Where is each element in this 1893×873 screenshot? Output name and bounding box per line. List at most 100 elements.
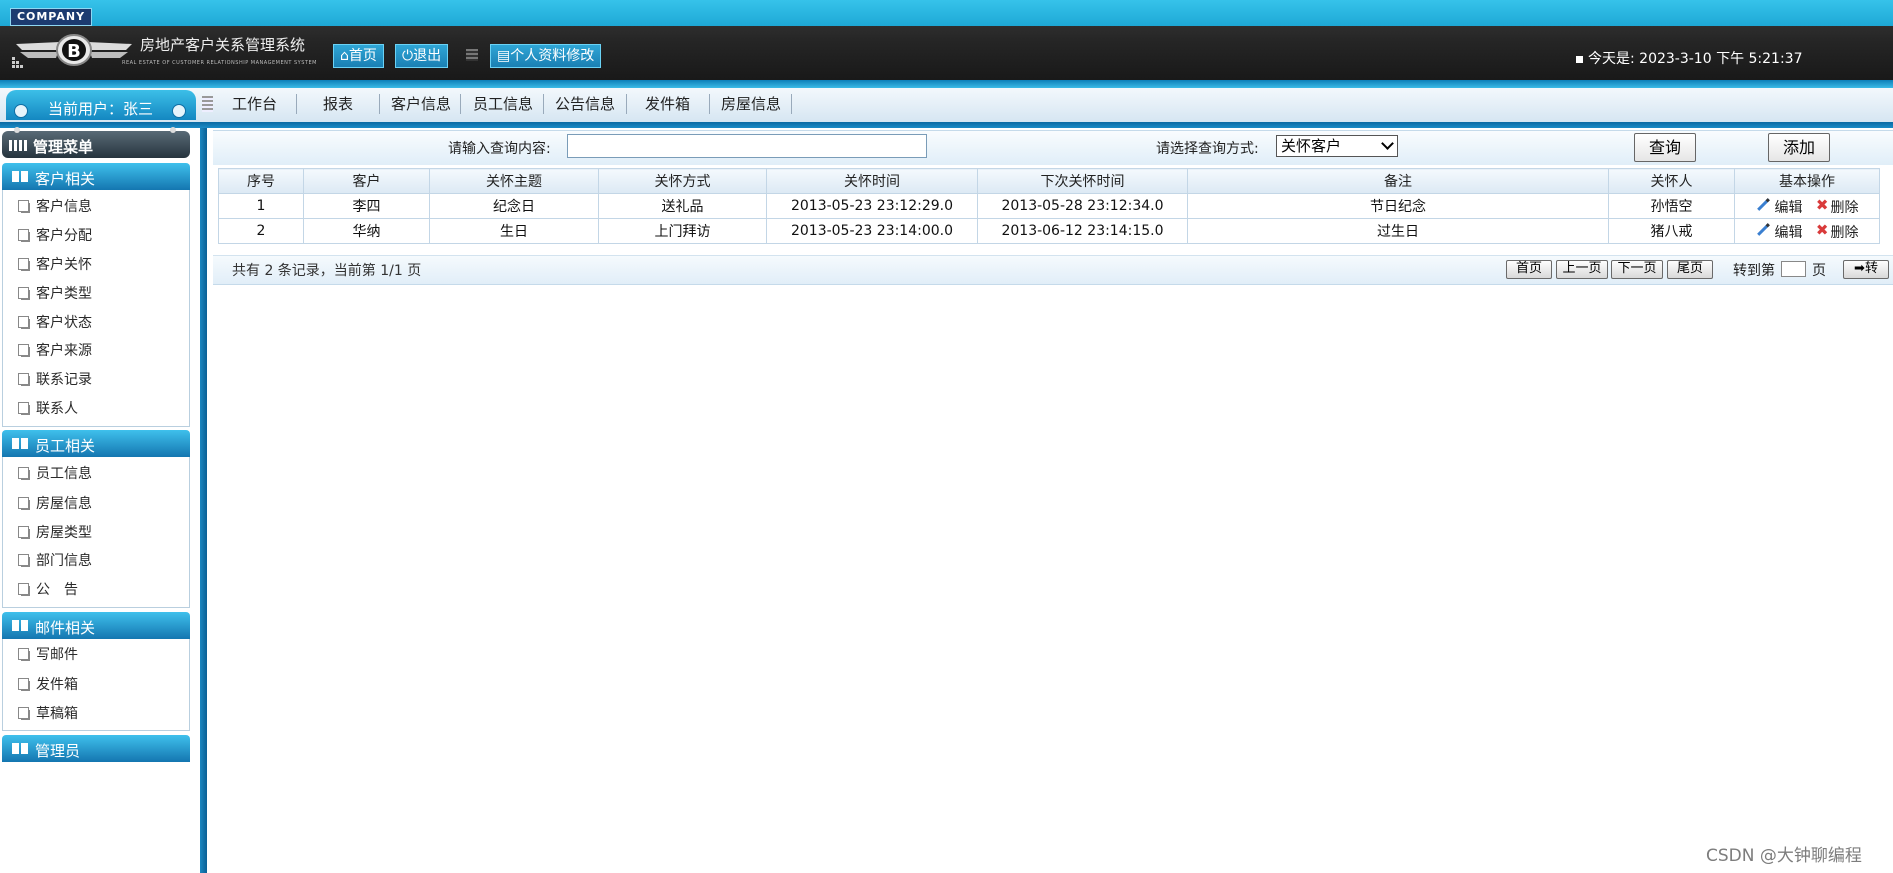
grid-dots-icon xyxy=(12,57,23,68)
care-records-table: 序号 客户 关怀主题 关怀方式 关怀时间 下次关怀时间 备注 关怀人 基本操作 … xyxy=(218,168,1880,244)
search-method-select[interactable]: 关怀客户 xyxy=(1276,135,1398,157)
sidebar-item-department-info[interactable]: 部门信息 xyxy=(18,551,92,571)
sidebar-item-customer-status[interactable]: 客户状态 xyxy=(18,313,92,333)
sidebar-item-employee-info[interactable]: 员工信息 xyxy=(18,464,92,484)
document-icon xyxy=(18,373,29,385)
top-nav-bar xyxy=(0,88,1893,123)
delete-link[interactable]: ✖ 删除 xyxy=(1816,196,1859,216)
next-page-button[interactable]: 下一页 xyxy=(1611,260,1663,279)
nav-item-reports[interactable]: 报表 xyxy=(323,92,353,116)
chevron-down-icon xyxy=(1381,137,1394,150)
sidebar-item-contacts[interactable]: 联系人 xyxy=(18,399,78,419)
sidebar-item-house-type[interactable]: 房屋类型 xyxy=(18,523,92,543)
sidebar-item-customer-care[interactable]: 客户关怀 xyxy=(18,255,92,275)
column-header-customer: 客户 xyxy=(303,168,430,194)
cell-index: 2 xyxy=(218,218,304,244)
document-icon xyxy=(18,200,29,212)
sidebar-item-write-mail[interactable]: 写邮件 xyxy=(18,645,78,665)
sidebar-item-label: 客户状态 xyxy=(36,315,92,331)
document-icon xyxy=(18,526,29,538)
sidebar-group-mail[interactable]: 邮件相关 xyxy=(2,612,190,639)
sidebar-item-label: 客户信息 xyxy=(36,199,92,215)
delete-link[interactable]: ✖ 删除 xyxy=(1816,221,1859,241)
nav-item-workbench[interactable]: 工作台 xyxy=(232,92,277,116)
nav-separator xyxy=(626,94,627,114)
current-user-label: 当前用户：张三 xyxy=(48,100,154,118)
nav-separator xyxy=(543,94,544,114)
column-header-care-topic: 关怀主题 xyxy=(429,168,599,194)
query-button[interactable]: 查询 xyxy=(1634,133,1696,162)
sidebar-item-announcement[interactable]: 公 告 xyxy=(18,580,78,600)
header-top-strip xyxy=(0,0,1893,26)
logout-button[interactable]: ⏻退出 xyxy=(395,44,449,68)
sidebar-item-label: 公 告 xyxy=(36,582,78,598)
table-row: 2 华纳 生日 上门拜访 2013-05-23 23:14:00.0 2013-… xyxy=(218,218,1880,244)
goto-prefix-label: 转到第 xyxy=(1733,263,1775,279)
nav-item-employee-info[interactable]: 员工信息 xyxy=(473,92,533,116)
column-header-index: 序号 xyxy=(218,168,304,194)
menu-title-knob-icon xyxy=(14,127,20,133)
prev-page-button[interactable]: 上一页 xyxy=(1556,260,1608,279)
delete-label: 删除 xyxy=(1830,224,1859,241)
column-header-care-person: 关怀人 xyxy=(1608,168,1735,194)
sidebar-item-label: 客户来源 xyxy=(36,343,92,359)
sidebar-item-house-info[interactable]: 房屋信息 xyxy=(18,494,92,514)
pencil-icon xyxy=(1756,222,1770,236)
sidebar-item-drafts[interactable]: 草稿箱 xyxy=(18,704,78,724)
sidebar-item-label: 客户类型 xyxy=(36,286,92,302)
last-page-button[interactable]: 尾页 xyxy=(1667,260,1713,279)
nav-item-outbox[interactable]: 发件箱 xyxy=(645,92,690,116)
book-icon xyxy=(12,743,28,754)
search-method-value: 关怀客户 xyxy=(1281,137,1342,155)
sidebar-group-customer[interactable]: 客户相关 xyxy=(2,163,190,190)
square-bullet-icon xyxy=(1576,55,1583,63)
search-input[interactable] xyxy=(567,134,927,158)
document-icon xyxy=(18,344,29,356)
goto-page-input[interactable] xyxy=(1781,261,1806,277)
profile-edit-button[interactable]: ▤个人资料修改 xyxy=(490,44,602,68)
logo-icon: B xyxy=(16,34,132,66)
sidebar-item-customer-info[interactable]: 客户信息 xyxy=(18,197,92,217)
first-page-button[interactable]: 首页 xyxy=(1506,260,1552,279)
power-icon: ⏻ xyxy=(402,48,414,64)
edit-label: 编辑 xyxy=(1774,199,1803,216)
sidebar-group-label: 管理员 xyxy=(35,742,81,760)
today-display: 今天是: 2023-3-10 下午 5:21:37 xyxy=(1576,48,1803,68)
search-input-label: 请输入查询内容: xyxy=(448,141,551,157)
sidebar-item-customer-assign[interactable]: 客户分配 xyxy=(18,226,92,246)
header-bottom-strip xyxy=(0,80,1893,88)
delete-x-icon: ✖ xyxy=(1815,220,1829,239)
nav-item-notices[interactable]: 公告信息 xyxy=(555,92,615,116)
user-box-left-knob-icon xyxy=(14,104,28,118)
nav-item-houses[interactable]: 房屋信息 xyxy=(721,92,781,116)
column-header-care-method: 关怀方式 xyxy=(598,168,767,194)
sidebar-group-employee[interactable]: 员工相关 xyxy=(2,430,190,457)
document-icon xyxy=(18,229,29,241)
document-icon: ▤ xyxy=(497,48,511,64)
edit-link[interactable]: 编辑 xyxy=(1756,222,1803,241)
sidebar-item-contact-records[interactable]: 联系记录 xyxy=(18,370,92,390)
nav-separator xyxy=(296,94,297,114)
add-button[interactable]: 添加 xyxy=(1768,133,1830,162)
sidebar-item-label: 发件箱 xyxy=(36,677,78,693)
sidebar-item-outbox[interactable]: 发件箱 xyxy=(18,675,78,695)
cell-care-person: 孙悟空 xyxy=(1608,193,1735,219)
nav-item-customer-info[interactable]: 客户信息 xyxy=(391,92,451,116)
sidebar-item-customer-source[interactable]: 客户来源 xyxy=(18,341,92,361)
document-icon xyxy=(18,402,29,414)
sidebar-group-admin[interactable]: 管理员 xyxy=(2,735,190,762)
header-separator-icon xyxy=(466,49,478,61)
sidebar-item-label: 联系人 xyxy=(36,401,78,417)
sidebar-item-customer-type[interactable]: 客户类型 xyxy=(18,284,92,304)
sidebar-menu-title-label: 管理菜单 xyxy=(33,138,94,156)
document-icon xyxy=(18,467,29,479)
home-button[interactable]: ⌂首页 xyxy=(333,44,384,68)
nav-separator xyxy=(460,94,461,114)
document-icon xyxy=(18,287,29,299)
cell-operations: 编辑 ✖ 删除 xyxy=(1734,218,1880,244)
table-row: 1 李四 纪念日 送礼品 2013-05-23 23:12:29.0 2013-… xyxy=(218,193,1880,219)
current-user-box: 当前用户：张三 xyxy=(6,90,196,120)
goto-page-button[interactable]: ➡转 xyxy=(1843,260,1889,279)
edit-link[interactable]: 编辑 xyxy=(1756,197,1803,216)
home-button-label: 首页 xyxy=(348,48,377,64)
